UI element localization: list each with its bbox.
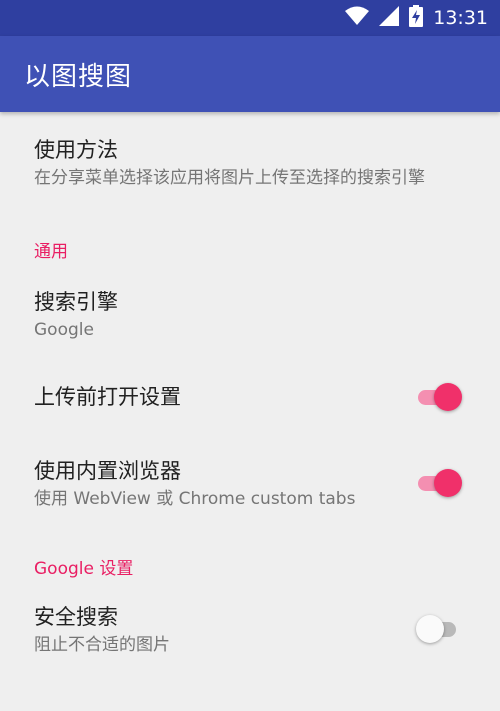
setting-search-engine-title: 搜索引擎 [34, 290, 118, 314]
status-bar: 13:31 [0, 0, 500, 36]
open-settings-toggle[interactable] [416, 383, 462, 411]
category-google: Google 设置 [34, 559, 134, 579]
setting-usage-summary: 在分享菜单选择该应用将图片上传至选择的搜索引擎 [34, 168, 425, 188]
app-bar: 以图搜图 [0, 36, 500, 112]
settings-list: 使用方法 在分享菜单选择该应用将图片上传至选择的搜索引擎 通用 搜索引擎 Goo… [0, 112, 500, 656]
safe-search-toggle[interactable] [416, 615, 462, 643]
builtin-browser-toggle[interactable] [416, 469, 462, 497]
setting-safe-search[interactable]: 安全搜索 阻止不合适的图片 [0, 603, 500, 656]
setting-safe-search-title: 安全搜索 [34, 605, 118, 629]
setting-safe-search-summary: 阻止不合适的图片 [34, 635, 170, 655]
status-time: 13:31 [433, 7, 488, 29]
setting-search-engine-summary: Google [34, 320, 94, 340]
toggle-thumb [434, 469, 462, 497]
setting-open-settings-before-upload[interactable]: 上传前打开设置 [0, 383, 500, 413]
setting-open-settings-title: 上传前打开设置 [34, 385, 181, 409]
battery-charging-icon [409, 5, 424, 31]
cell-signal-icon [379, 6, 400, 30]
setting-builtin-browser[interactable]: 使用内置浏览器 使用 WebView 或 Chrome custom tabs [0, 457, 500, 510]
wifi-icon [345, 6, 370, 30]
category-general: 通用 [34, 242, 68, 262]
setting-search-engine[interactable]: 搜索引擎 Google [0, 288, 500, 341]
app-title: 以图搜图 [24, 61, 133, 92]
setting-usage-title: 使用方法 [34, 138, 118, 162]
setting-usage[interactable]: 使用方法 在分享菜单选择该应用将图片上传至选择的搜索引擎 [0, 112, 500, 189]
toggle-thumb [434, 383, 462, 411]
setting-builtin-browser-summary: 使用 WebView 或 Chrome custom tabs [34, 489, 356, 509]
toggle-thumb [416, 615, 444, 643]
setting-builtin-browser-title: 使用内置浏览器 [34, 459, 181, 483]
